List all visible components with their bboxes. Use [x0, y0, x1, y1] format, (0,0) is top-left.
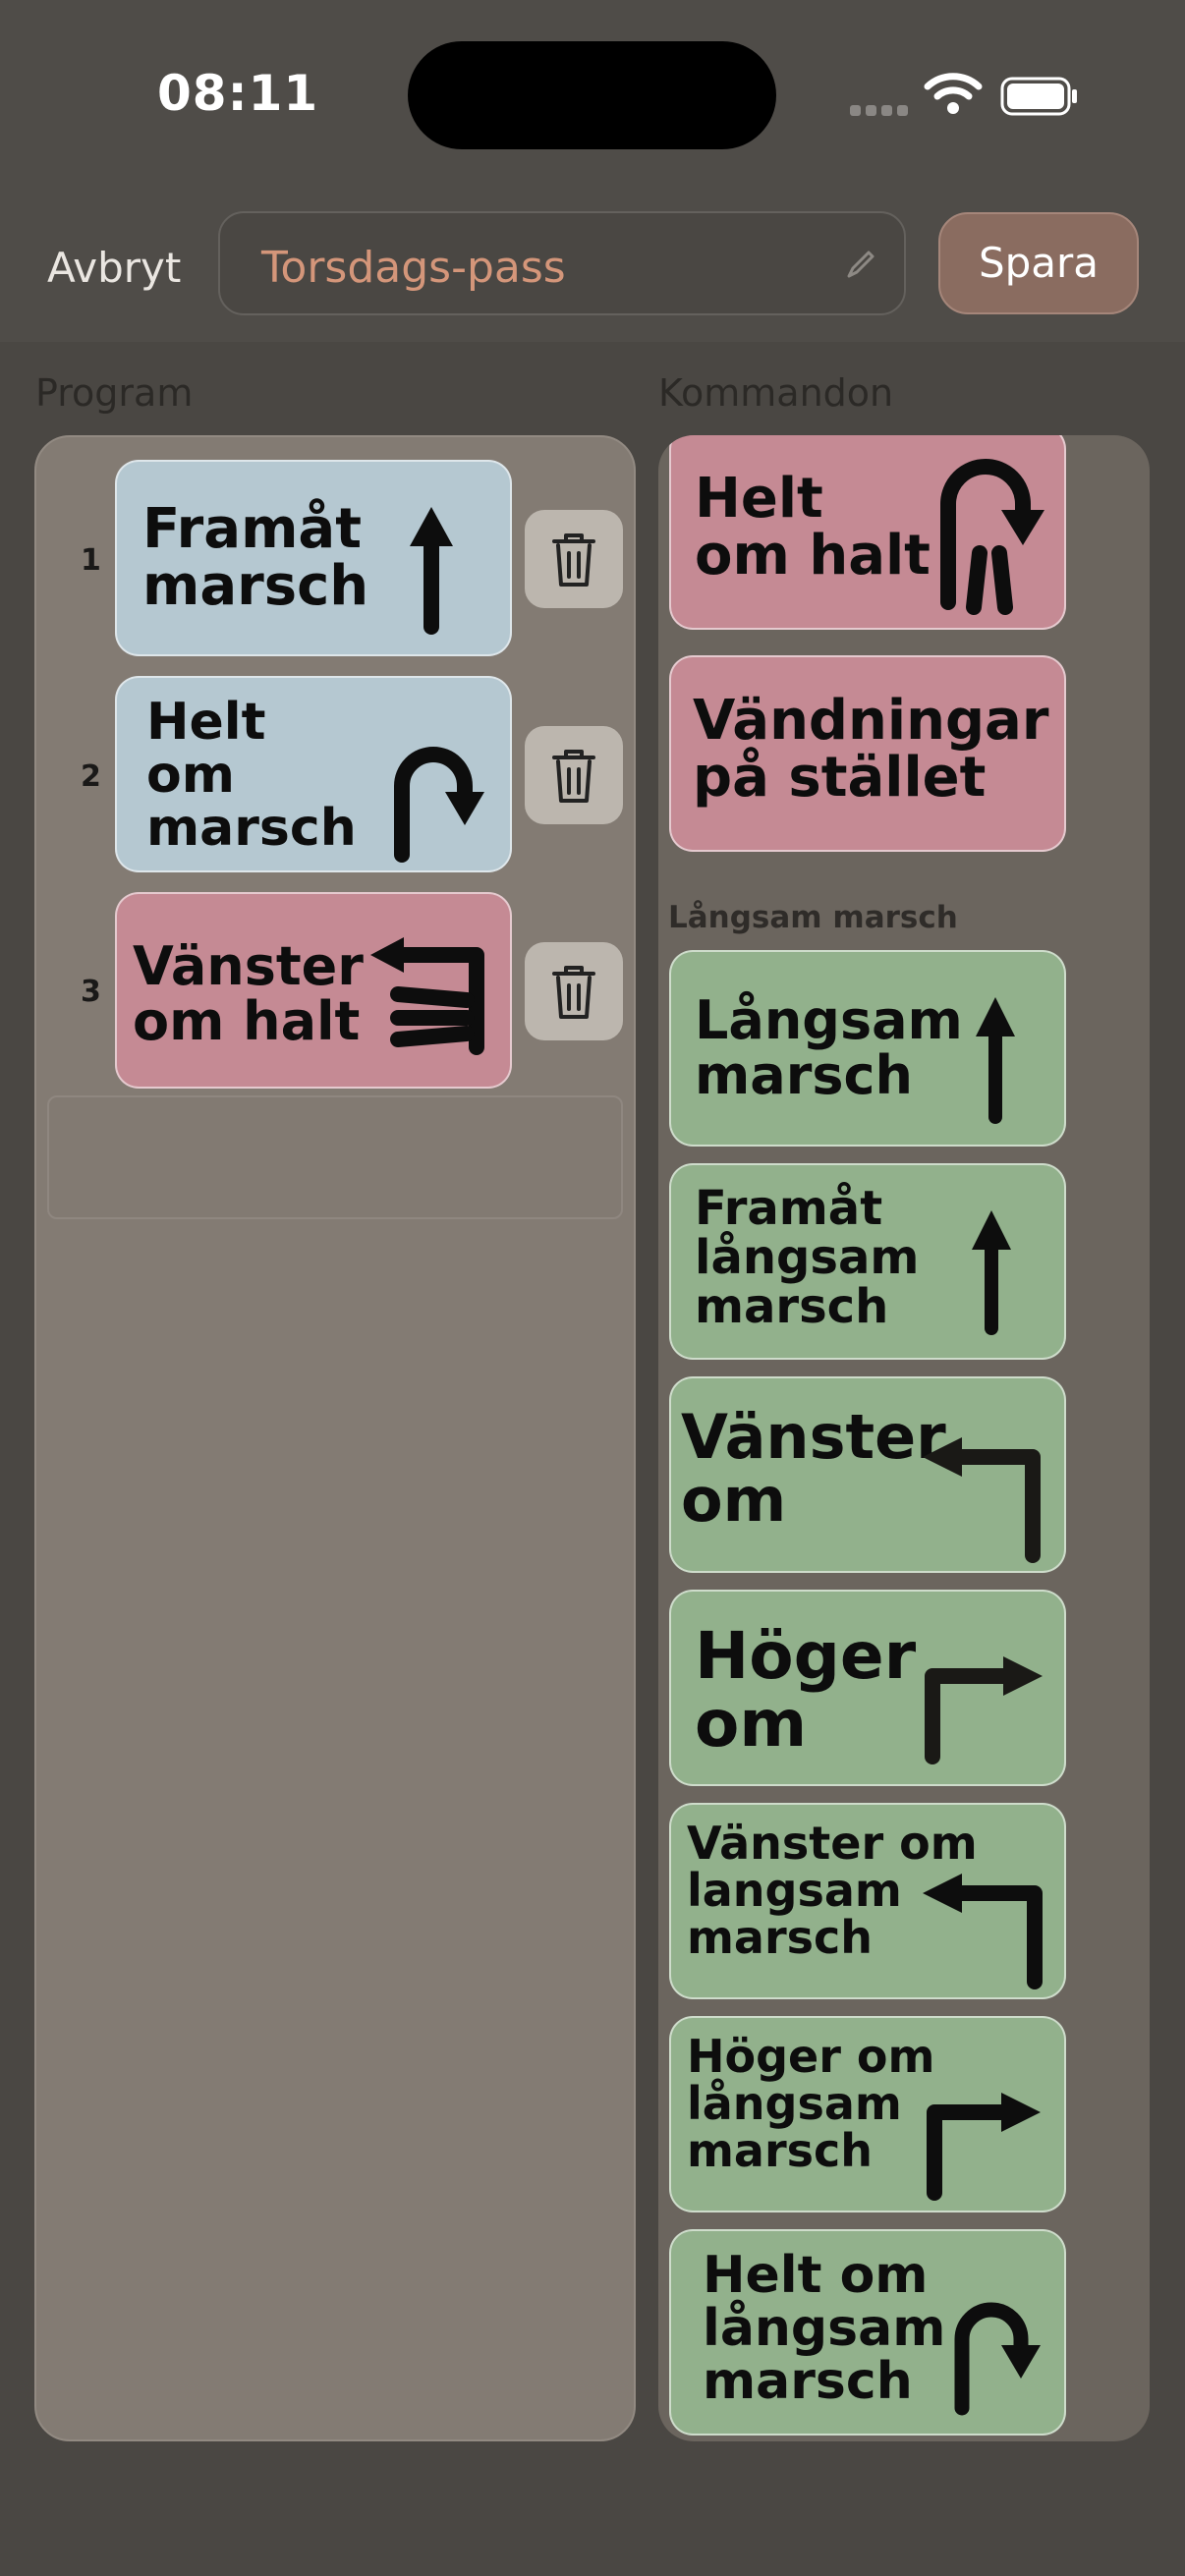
program-item-helt-om-marsch[interactable]: Helt om marsch [115, 676, 512, 872]
command-vanster-om-langsam-marsch[interactable]: Vänster om langsam marsch [669, 1803, 1066, 1999]
command-helt-om-halt[interactable]: Helt om halt [669, 435, 1066, 630]
command-langsam-marsch[interactable]: Långsam marsch [669, 950, 1066, 1147]
u-turn-icon [954, 2302, 1041, 2416]
commands-header: Kommandon [658, 371, 894, 415]
command-label: Höger om [695, 1618, 917, 1762]
program-item-number: 1 [81, 543, 101, 578]
left-halt-icon [370, 937, 484, 1055]
cancel-button[interactable]: Avbryt [47, 244, 181, 292]
trash-icon [552, 750, 595, 803]
turn-left-icon [923, 1874, 1043, 1989]
program-item-label: Vänster om halt [133, 935, 364, 1053]
command-vandningar-pa-stallet[interactable]: Vändningar på stället [669, 655, 1066, 852]
turn-right-icon [925, 1656, 1043, 1764]
arrow-up-icon [972, 1210, 1011, 1335]
command-label: Vändningar på stället [693, 689, 1049, 811]
wifi-icon [924, 73, 983, 114]
delete-button[interactable] [525, 726, 623, 824]
command-label: Höger om långsam marsch [687, 2030, 935, 2177]
command-framat-langsam-marsch[interactable]: Framåt långsam marsch [669, 1163, 1066, 1360]
command-group-label: Långsam marsch [668, 900, 958, 935]
program-name-value: Torsdags-pass [261, 243, 566, 293]
status-time: 08:11 [157, 65, 319, 122]
turn-right-icon [927, 2093, 1041, 2201]
command-vanster-om[interactable]: Vänster om [669, 1376, 1066, 1573]
program-item-framat-marsch[interactable]: Framåt marsch [115, 460, 512, 656]
command-label: Helt om halt [695, 467, 931, 588]
arrow-up-icon [410, 507, 453, 635]
program-item-number: 2 [81, 759, 101, 794]
commands-panel: Helt om halt Vändningar på stället Långs… [658, 435, 1150, 2441]
pencil-icon [847, 251, 875, 278]
arrow-up-icon [976, 997, 1015, 1124]
delete-button[interactable] [525, 510, 623, 608]
cellular-signal-icon [850, 101, 913, 120]
command-hoger-om-langsam-marsch[interactable]: Höger om långsam marsch [669, 2016, 1066, 2212]
command-label: Långsam marsch [695, 989, 963, 1107]
delete-button[interactable] [525, 942, 623, 1040]
dynamic-island [408, 41, 776, 149]
command-hoger-om[interactable]: Höger om [669, 1590, 1066, 1786]
command-label: Framåt långsam marsch [695, 1181, 920, 1334]
program-item-number: 3 [81, 975, 101, 1009]
trash-icon [552, 966, 595, 1019]
command-label: Helt om långsam marsch [703, 2246, 946, 2412]
program-header: Program [35, 371, 194, 415]
drop-zone[interactable] [47, 1095, 623, 1219]
program-item-label: Helt om marsch [146, 693, 357, 859]
turn-left-icon [923, 1437, 1041, 1563]
u-turn-halt-icon [940, 459, 1044, 615]
battery-icon [1000, 77, 1077, 116]
program-name-field[interactable]: Torsdags-pass [218, 211, 906, 315]
u-turn-icon [394, 747, 484, 863]
command-label: Vänster om [681, 1401, 946, 1537]
trash-icon [552, 533, 595, 587]
program-item-vanster-om-halt[interactable]: Vänster om halt [115, 892, 512, 1089]
program-item-label: Framåt marsch [142, 497, 369, 619]
command-helt-om-langsam-marsch[interactable]: Helt om långsam marsch [669, 2229, 1066, 2436]
save-button[interactable]: Spara [938, 212, 1139, 314]
